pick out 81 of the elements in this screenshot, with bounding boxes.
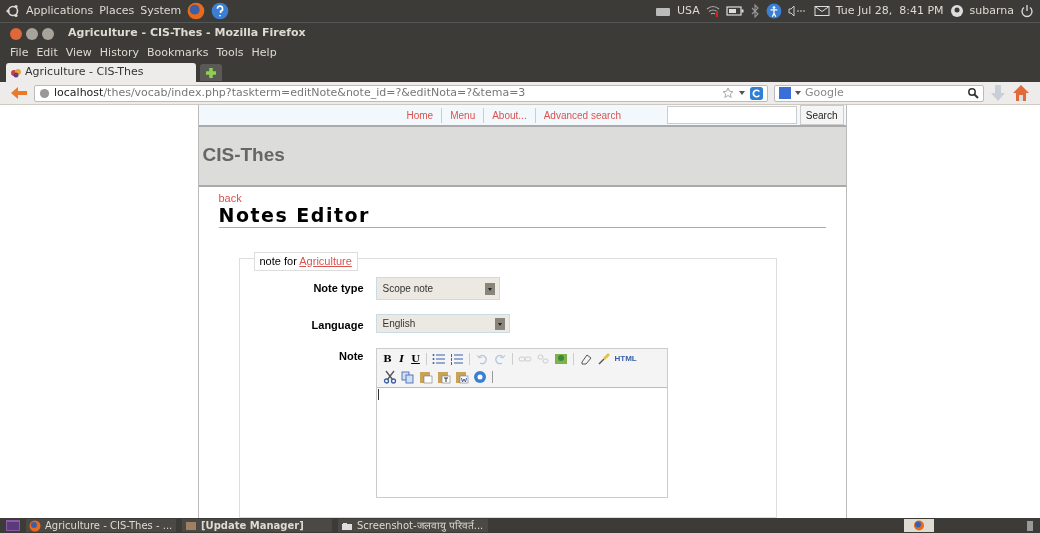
maximize-button[interactable]: [42, 27, 54, 40]
wifi-icon: [705, 5, 720, 17]
url-text: localhost/thes/vocab/index.php?taskterm=editNote&note_id=?&editNota=?&tema=3: [54, 84, 526, 101]
page-heading: Notes Editor: [218, 204, 826, 228]
plus-icon: [205, 66, 217, 79]
browser-tab[interactable]: Agriculture - CIS-Thes: [6, 63, 196, 82]
panel-menu[interactable]: System: [140, 2, 182, 20]
html-button[interactable]: HTML: [614, 352, 637, 365]
taskbar-button[interactable]: Agriculture - CIS-Thes - ...: [26, 519, 176, 532]
menu-item[interactable]: View: [65, 44, 92, 62]
taskbar-button[interactable]: [Update Manager]: [182, 519, 332, 532]
close-button[interactable]: [10, 27, 22, 40]
field-label: Note: [338, 348, 364, 364]
brush-icon[interactable]: [596, 351, 611, 366]
taskbar-button[interactable]: Screenshot-जलवायु परिवर्त...: [338, 519, 488, 532]
accessibility-icon: [765, 3, 782, 19]
field-label: Note type: [312, 281, 364, 296]
numbered-list-icon[interactable]: [449, 351, 464, 366]
menu-item[interactable]: History: [99, 44, 139, 62]
bulleted-list-icon[interactable]: [431, 351, 446, 366]
user-name[interactable]: subarna: [969, 2, 1014, 20]
nav-link[interactable]: Advanced search: [534, 107, 629, 123]
user-icon: [949, 4, 964, 18]
firefox-icon[interactable]: [904, 519, 934, 532]
site-search-field[interactable]: [666, 106, 797, 124]
underline-button[interactable]: U: [408, 351, 423, 366]
back-arrow-icon: [10, 85, 28, 101]
battery-icon: [725, 6, 744, 16]
nav-link[interactable]: Home: [398, 107, 442, 123]
copy-icon[interactable]: [400, 369, 415, 384]
text-cursor: [377, 388, 379, 400]
search-input[interactable]: Google: [805, 84, 964, 102]
paste-icon[interactable]: [418, 369, 433, 384]
panel-menu[interactable]: Applications: [26, 2, 94, 20]
select-field[interactable]: English: [375, 314, 510, 333]
mail-icon: [813, 5, 830, 17]
menu-item[interactable]: Help: [251, 44, 277, 62]
firefox-icon: [29, 519, 41, 532]
scissors-icon[interactable]: [382, 369, 397, 384]
nav-link[interactable]: About...: [483, 107, 535, 123]
power-icon: [1020, 4, 1034, 18]
site-icon: [10, 66, 22, 79]
new-tab-button[interactable]: [200, 64, 222, 81]
search-button[interactable]: Search: [799, 105, 844, 125]
bluetooth-icon: [749, 4, 760, 18]
paste-text-icon[interactable]: [436, 369, 451, 384]
keyboard-layout[interactable]: USA: [676, 2, 700, 20]
panel-menu[interactable]: Places: [99, 2, 135, 20]
address-bar[interactable]: localhost/thes/vocab/index.php?taskterm=editNote&note_id=?&editNota=?&tema=3: [34, 84, 768, 102]
window-title: Agriculture - CIS-Thes - Mozilla Firefox: [68, 25, 306, 42]
dropdown-arrow-icon: [738, 89, 746, 97]
field-label: Language: [310, 318, 364, 333]
firefox-icon: [187, 2, 206, 20]
home-icon: [1012, 84, 1030, 102]
term-link[interactable]: Agriculture: [299, 255, 352, 267]
minimize-button[interactable]: [26, 27, 38, 40]
search-bar[interactable]: Google: [774, 84, 984, 102]
site-title: CIS-Thes: [202, 144, 285, 165]
speaker-icon: [787, 5, 808, 17]
download-arrow-icon: [990, 84, 1006, 102]
search-engine-icon: [779, 87, 791, 99]
paste-word-icon[interactable]: [454, 369, 469, 384]
italic-button[interactable]: I: [394, 351, 409, 366]
star-icon: [722, 87, 734, 99]
menu-item[interactable]: Bookmarks: [147, 44, 209, 62]
menu-item[interactable]: File: [10, 44, 29, 62]
image-icon[interactable]: [553, 351, 568, 366]
select-field[interactable]: Scope note: [375, 277, 500, 300]
menu-item[interactable]: Edit: [36, 44, 58, 62]
search-icon: [967, 87, 979, 99]
nav-link[interactable]: Menu: [441, 107, 484, 123]
back-link[interactable]: back: [218, 192, 242, 204]
reload-icon: [750, 86, 763, 100]
bold-button[interactable]: B: [380, 351, 395, 366]
package-icon: [185, 519, 197, 532]
globe-icon: [39, 87, 50, 99]
fieldset-legend: note for Agriculture: [253, 252, 358, 271]
dropdown-arrow-icon: [794, 89, 802, 97]
menu-item[interactable]: Tools: [216, 44, 244, 62]
clock[interactable]: Tue Jul 28, 8:41 PM: [835, 2, 944, 20]
ubuntu-logo-icon: [6, 4, 20, 18]
